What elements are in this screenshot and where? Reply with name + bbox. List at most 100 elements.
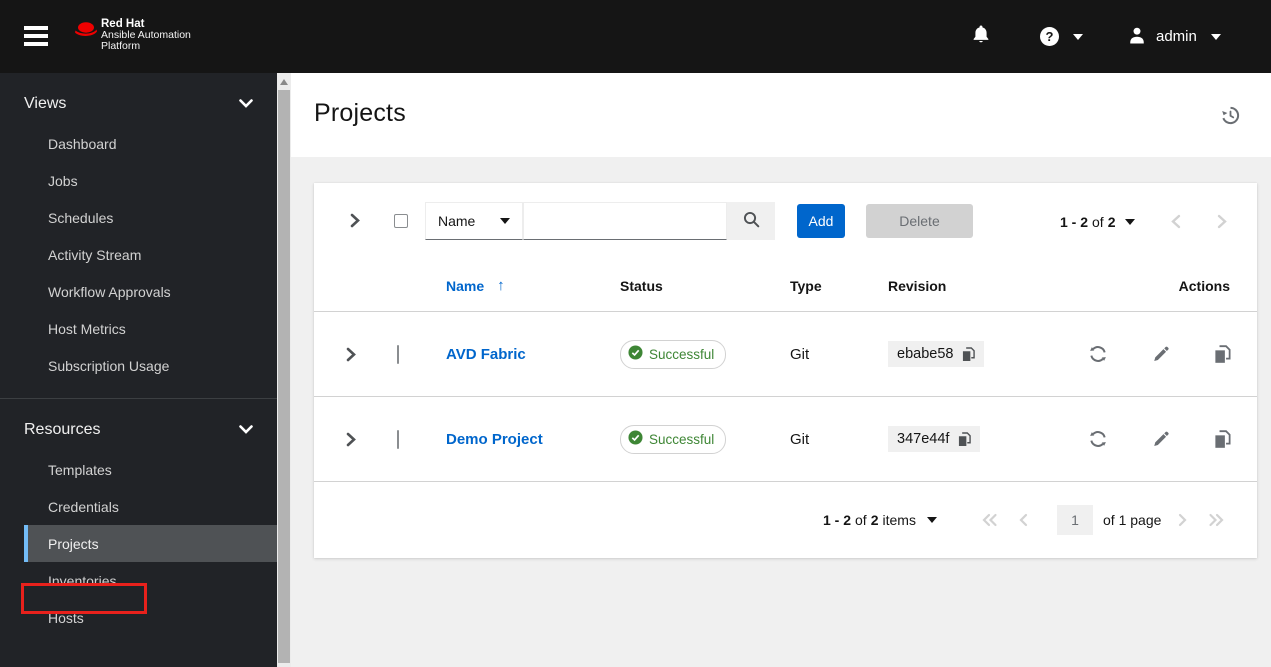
project-name-link[interactable]: Demo Project bbox=[446, 431, 543, 448]
sidebar-item-templates[interactable]: Templates bbox=[0, 451, 277, 488]
sidebar-scrollbar[interactable] bbox=[277, 73, 291, 667]
project-type: Git bbox=[790, 430, 810, 448]
add-button[interactable]: Add bbox=[797, 204, 845, 238]
sync-icon[interactable] bbox=[1088, 430, 1108, 448]
user-icon bbox=[1128, 26, 1146, 48]
chevron-down-icon bbox=[239, 95, 253, 113]
status-label: Successful bbox=[649, 346, 715, 362]
masthead: Red Hat Ansible Automation Platform ? ad… bbox=[0, 0, 1271, 73]
project-type: Git bbox=[790, 345, 810, 363]
select-all-checkbox[interactable] bbox=[394, 214, 408, 228]
help-menu-button[interactable]: ? bbox=[1040, 0, 1083, 73]
project-name-link[interactable]: AVD Fabric bbox=[446, 346, 526, 363]
content-area: Name Add Delete 1 - 2 of 2 Name ↑ Status… bbox=[291, 157, 1271, 667]
scrollbar-up-arrow-icon[interactable] bbox=[280, 79, 288, 85]
question-circle-icon: ? bbox=[1040, 27, 1059, 46]
row-expand-chevron-icon[interactable] bbox=[314, 432, 380, 447]
user-menu-button[interactable]: admin bbox=[1128, 0, 1221, 73]
sidebar-item-inventories[interactable]: Inventories bbox=[0, 562, 277, 599]
sort-ascending-icon: ↑ bbox=[497, 277, 505, 294]
page-number-input[interactable] bbox=[1057, 505, 1093, 535]
sidebar-group-views[interactable]: Views bbox=[0, 73, 277, 125]
page-of-label: of 1 page bbox=[1103, 512, 1162, 528]
pagination-range: 1 - 2 bbox=[1060, 213, 1089, 230]
delete-button[interactable]: Delete bbox=[866, 204, 973, 238]
nav-toggle-hamburger-icon[interactable] bbox=[24, 26, 48, 46]
copy-icon[interactable] bbox=[962, 346, 976, 362]
sidebar-item-workflow-approvals[interactable]: Workflow Approvals bbox=[0, 273, 277, 310]
expand-all-chevron-icon[interactable] bbox=[350, 213, 360, 233]
chevron-down-icon[interactable] bbox=[1124, 218, 1135, 225]
sidebar-item-host-metrics[interactable]: Host Metrics bbox=[0, 310, 277, 347]
status-badge[interactable]: Successful bbox=[620, 339, 727, 369]
column-header-name[interactable]: Name ↑ bbox=[446, 277, 620, 294]
table-header-row: Name ↑ Status Type Revision Actions bbox=[314, 260, 1257, 312]
row-checkbox[interactable] bbox=[397, 429, 399, 449]
sidebar-nav: Views Dashboard Jobs Schedules Activity … bbox=[0, 73, 277, 667]
pagination-total: 2 bbox=[870, 512, 879, 528]
sidebar-item-dashboard[interactable]: Dashboard bbox=[0, 125, 277, 162]
edit-pencil-icon[interactable] bbox=[1152, 430, 1170, 448]
page-header: Projects bbox=[291, 73, 1271, 157]
check-circle-icon bbox=[628, 344, 643, 364]
pagination-top: 1 - 2 of 2 bbox=[1060, 183, 1227, 260]
status-label: Successful bbox=[649, 431, 715, 447]
pagination-of-word: of bbox=[855, 512, 867, 528]
brand-subtitle-2: Platform bbox=[101, 39, 141, 52]
sidebar-item-subscription-usage[interactable]: Subscription Usage bbox=[0, 347, 277, 384]
prev-page-chevron-icon[interactable] bbox=[1019, 482, 1028, 558]
pagination-of-word: of bbox=[1092, 213, 1104, 230]
items-per-page[interactable]: 1 - 2 of 2 items bbox=[823, 482, 937, 558]
prev-page-chevron-icon[interactable] bbox=[1170, 214, 1181, 229]
row-checkbox[interactable] bbox=[397, 344, 399, 364]
filter-type-select[interactable]: Name bbox=[425, 202, 523, 240]
sidebar-item-projects[interactable]: Projects bbox=[24, 525, 277, 562]
page-title: Projects bbox=[314, 99, 406, 127]
revision-value: 347e44f bbox=[897, 431, 950, 447]
column-header-status: Status bbox=[620, 277, 663, 294]
copy-icon[interactable] bbox=[1214, 429, 1231, 449]
column-header-revision: Revision bbox=[888, 277, 947, 294]
next-page-chevron-icon[interactable] bbox=[1178, 482, 1187, 558]
status-badge[interactable]: Successful bbox=[620, 424, 727, 454]
brand-logo: Red Hat Ansible Automation Platform bbox=[72, 18, 191, 52]
copy-icon[interactable] bbox=[1214, 344, 1231, 364]
sidebar-group-resources[interactable]: Resources bbox=[0, 399, 277, 451]
scrollbar-thumb[interactable] bbox=[278, 90, 290, 663]
username-label: admin bbox=[1156, 28, 1197, 45]
last-page-double-chevron-icon[interactable] bbox=[1208, 482, 1224, 558]
sidebar-group-label: Views bbox=[24, 95, 67, 112]
chevron-down-icon bbox=[1073, 33, 1083, 40]
notifications-button[interactable] bbox=[972, 0, 990, 73]
pagination-items-word: items bbox=[882, 512, 916, 528]
revision-chip: 347e44f bbox=[888, 426, 981, 452]
redhat-fedora-icon bbox=[72, 19, 98, 46]
history-icon[interactable] bbox=[1221, 106, 1241, 126]
copy-icon[interactable] bbox=[958, 431, 972, 447]
bell-icon bbox=[972, 25, 990, 49]
column-header-actions: Actions bbox=[1178, 277, 1230, 294]
sidebar-group-label: Resources bbox=[24, 421, 101, 438]
sidebar-item-activity-stream[interactable]: Activity Stream bbox=[0, 236, 277, 273]
sidebar-item-credentials[interactable]: Credentials bbox=[0, 488, 277, 525]
list-toolbar: Name Add Delete 1 - 2 of 2 bbox=[314, 183, 1257, 260]
sync-icon[interactable] bbox=[1088, 345, 1108, 363]
chevron-down-icon bbox=[500, 218, 510, 224]
search-button[interactable] bbox=[727, 202, 775, 240]
first-page-double-chevron-icon[interactable] bbox=[982, 482, 998, 558]
revision-value: ebabe58 bbox=[897, 346, 954, 362]
projects-list-card: Name Add Delete 1 - 2 of 2 Name ↑ Status… bbox=[314, 183, 1257, 558]
check-circle-icon bbox=[628, 429, 643, 449]
chevron-down-icon bbox=[1210, 33, 1221, 40]
row-expand-chevron-icon[interactable] bbox=[314, 347, 380, 362]
chevron-down-icon bbox=[239, 421, 253, 439]
sidebar-item-jobs[interactable]: Jobs bbox=[0, 162, 277, 199]
next-page-chevron-icon[interactable] bbox=[1217, 214, 1227, 229]
edit-pencil-icon[interactable] bbox=[1152, 345, 1170, 363]
sidebar-item-schedules[interactable]: Schedules bbox=[0, 199, 277, 236]
chevron-down-icon bbox=[926, 517, 937, 523]
search-input[interactable] bbox=[523, 202, 727, 240]
filter-type-value: Name bbox=[438, 213, 476, 229]
search-icon bbox=[743, 211, 760, 231]
sidebar-item-hosts[interactable]: Hosts bbox=[0, 599, 277, 636]
